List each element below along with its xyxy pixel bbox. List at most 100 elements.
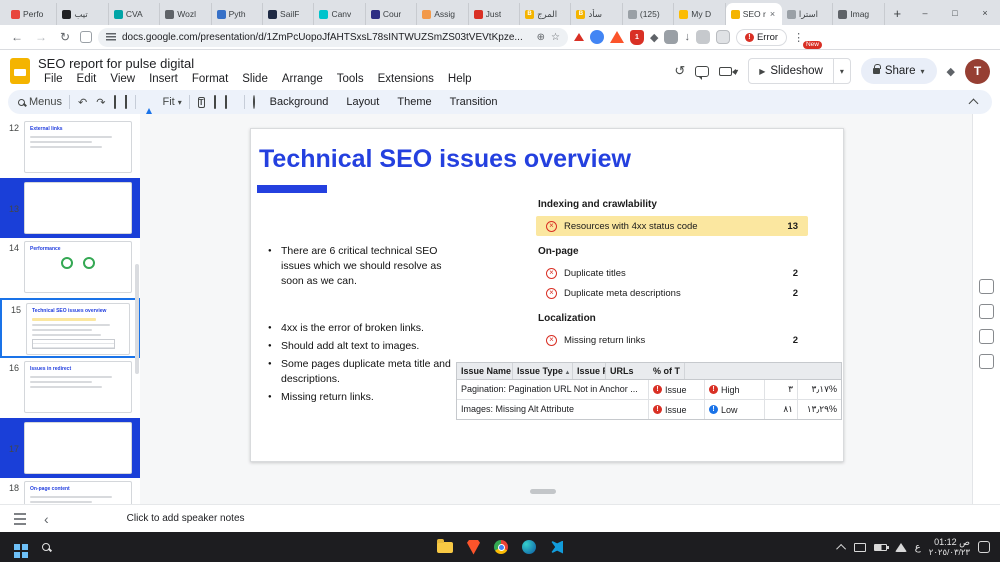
share-button[interactable]: Share▾ [861,58,937,84]
new-tab-button[interactable]: + [889,5,906,23]
menu-item[interactable]: Edit [71,72,103,86]
sparkle-icon[interactable]: ◆ [650,31,658,44]
menu-item[interactable]: View [104,72,141,86]
toolbar-text-button[interactable]: Transition [443,94,505,110]
tray-display-icon[interactable] [854,543,866,552]
print-button[interactable] [113,96,117,108]
menu-item[interactable]: Arrange [276,72,329,86]
extensions-icon[interactable] [664,30,678,44]
avatar[interactable]: T [965,59,990,84]
issues-table[interactable]: Issue NameIssue TypeIssue Pri...URLs% of… [456,362,842,420]
close-button[interactable]: × [970,0,1000,25]
browser-tab[interactable]: B المرج [520,3,571,25]
taskbar-search-icon[interactable] [42,543,50,551]
select-cursor-button[interactable] [143,96,155,108]
contacts-icon[interactable] [979,354,994,369]
issue-row[interactable]: Missing return links 2 [536,330,808,350]
comments-icon[interactable] [695,66,709,77]
table-row[interactable]: Images: Missing Alt Attribute Issue Low … [457,400,841,419]
gemini-icon[interactable]: ◆ [947,65,955,78]
menu-item[interactable]: Slide [236,72,274,86]
browser-tab[interactable]: استرا [782,3,833,25]
browser-tab[interactable]: Cour [366,3,417,25]
menu-item[interactable]: Insert [143,72,184,86]
slide-thumbnail[interactable]: On-page content [24,481,132,504]
slide-thumbnail[interactable]: Content [24,422,132,474]
slide-thumbnail[interactable]: Technical SEO issues overview [26,303,130,355]
filmstrip-scrollbar[interactable] [135,264,139,374]
table-row[interactable]: Pagination: Pagination URL Not in Anchor… [457,380,841,400]
tasks-icon[interactable] [979,329,994,344]
redo-button[interactable]: ↷ [95,96,106,109]
slide-title[interactable]: Technical SEO issues overview [259,145,631,174]
slide-thumbnail[interactable]: External links [24,121,132,173]
tray-battery-icon[interactable] [874,544,887,551]
table-header[interactable]: % of T [649,363,685,379]
undo-button[interactable]: ↶ [77,96,88,109]
toolbar-text-button[interactable]: Background [263,94,336,110]
menu-item[interactable]: Help [442,72,478,86]
refresh-button[interactable]: ↻ [56,30,74,44]
text-box-button[interactable]: T [197,96,206,108]
browser-tab[interactable]: Perfo [6,3,57,25]
tray-expand-icon[interactable] [836,543,846,553]
history-icon[interactable]: ↺ [674,63,685,79]
table-header[interactable]: Issue Name [457,363,513,379]
menu-item[interactable]: Format [186,72,234,86]
zoom-icon[interactable]: ⊕ [537,32,545,43]
menu-item[interactable]: File [38,72,69,86]
maximize-button[interactable]: □ [940,0,970,25]
paint-format-button[interactable] [124,96,128,108]
bookmark-star-icon[interactable]: ☆ [551,32,560,43]
browser-tab[interactable]: Canv [314,3,365,25]
keep-icon[interactable] [979,304,994,319]
current-slide[interactable]: Technical SEO issues overview There are … [250,128,844,462]
tab-close-icon[interactable] [769,9,775,19]
warning-icon[interactable] [574,33,584,41]
notification-center-icon[interactable] [978,541,990,553]
downloads-icon[interactable]: ↓ [684,31,690,43]
browser-tab[interactable]: Just [469,3,520,25]
browser-tab[interactable]: Assig [417,3,468,25]
browser-tab[interactable]: Pyth [212,3,263,25]
toolbar-text-button[interactable]: Theme [390,94,438,110]
tray-wifi-icon[interactable] [895,543,907,552]
language-indicator[interactable]: ع [915,542,921,553]
calendar-icon[interactable] [979,279,994,294]
menus-search-button[interactable]: Menus [18,96,62,108]
collapse-toolbar-icon[interactable] [966,94,982,110]
menu-item[interactable]: Tools [331,72,370,86]
brave-rewards-icon[interactable] [610,31,624,43]
table-header[interactable]: Issue Type [513,363,573,379]
browser-tab[interactable]: SEO r [726,3,782,25]
bullet-list-2[interactable]: 4xx is the error of broken links.Should … [267,321,457,408]
slide-thumbnail[interactable]: Issues in redirect [24,361,132,413]
start-button[interactable] [14,544,20,550]
browser-menu-icon[interactable]: ⋮ [793,31,804,44]
wallet-icon[interactable] [716,30,730,44]
slide-thumbnail[interactable]: Technical SEO [24,182,132,234]
meet-icon[interactable]: ▾ [719,67,738,76]
error-button[interactable]: Error [736,29,787,46]
minimize-button[interactable]: – [910,0,940,25]
table-header[interactable]: URLs [606,363,649,379]
taskbar-clock[interactable]: 01:12 ص ٢٠٢٥/٠٣/٢٣ [929,537,970,557]
issue-row[interactable]: Resources with 4xx status code 13 [536,216,808,236]
file-explorer-icon[interactable] [437,542,453,553]
zoom-fit-select[interactable]: Fit▾ [162,96,181,108]
bullet-list-1[interactable]: There are 6 critical technical SEO issue… [267,244,457,292]
slides-logo[interactable] [10,58,30,84]
share-icon[interactable] [590,30,604,44]
browser-tab[interactable]: Wozl [160,3,211,25]
forward-button[interactable]: → [32,30,50,44]
browser-tab[interactable]: My D [674,3,725,25]
doc-title[interactable]: SEO report for pulse digital [38,56,478,71]
bookmarks-icon[interactable] [80,31,92,43]
issue-row[interactable]: Duplicate titles 2 [536,263,808,283]
speaker-notes-placeholder[interactable]: Click to add speaker notes [127,513,245,524]
chrome-icon[interactable] [494,540,508,554]
issue-row[interactable]: Duplicate meta descriptions 2 [536,283,808,303]
horizontal-scrollbar[interactable] [530,489,556,494]
grid-view-icon[interactable] [14,513,26,525]
menu-item[interactable]: Extensions [372,72,440,86]
